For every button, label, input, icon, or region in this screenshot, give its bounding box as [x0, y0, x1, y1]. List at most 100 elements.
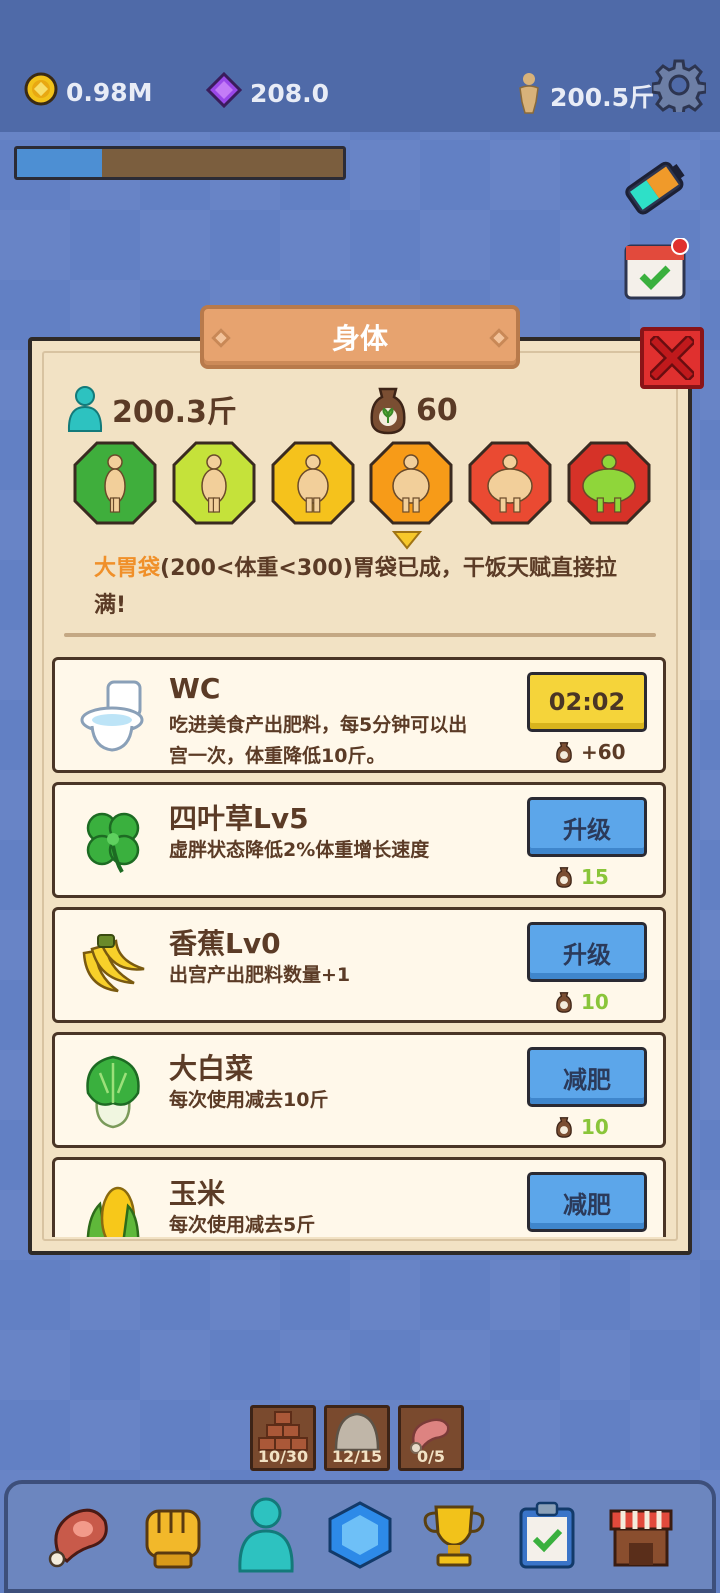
- close-button[interactable]: [640, 327, 704, 389]
- nav-clipboard[interactable]: [507, 1497, 587, 1577]
- resource-slots: 10/30 12/15 0/5: [250, 1405, 464, 1471]
- progress-fill: [17, 149, 102, 177]
- calendar-button[interactable]: [624, 237, 692, 306]
- gem-icon: [324, 1499, 396, 1575]
- nav-fist[interactable]: [133, 1497, 213, 1577]
- upgrade-card: WC 吃进美食产出肥料，每5分钟可以出宫一次，体重降低10斤。 02:02 +60: [52, 657, 666, 773]
- item-cost-value: +60: [581, 740, 626, 764]
- status-text: (200<体重<300)胃袋已成，干饭天赋直接拉满!: [94, 556, 617, 618]
- item-action-button[interactable]: 减肥: [527, 1047, 647, 1107]
- nav-body[interactable]: [226, 1497, 306, 1577]
- body-shape-icon: [369, 441, 453, 525]
- panel-title: 身体: [331, 322, 388, 355]
- body-level-3[interactable]: [270, 440, 356, 526]
- item-name: 香蕉Lv0: [169, 927, 281, 960]
- banana-icon: [75, 928, 151, 1004]
- weight-counter: 200.5斤: [516, 72, 654, 120]
- body-shape-icon: [567, 441, 651, 525]
- item-name: 玉米: [169, 1177, 226, 1210]
- body-weight-icon: [516, 72, 542, 120]
- nav-shop[interactable]: [601, 1497, 681, 1577]
- item-description: 每次使用减去10斤: [169, 1089, 329, 1111]
- body-shape-icon: [271, 441, 355, 525]
- coin-counter: 0.98M: [24, 72, 153, 112]
- corn-icon: [75, 1178, 151, 1237]
- resource-slot-count: 0/5: [416, 1447, 446, 1466]
- body-level-2[interactable]: [171, 440, 257, 526]
- trophy-icon: [418, 1499, 490, 1575]
- upgrade-card: 玉米每次使用减去5斤 减肥: [52, 1157, 666, 1237]
- item-name: 大白菜: [169, 1052, 254, 1085]
- item-action-button[interactable]: 减肥: [527, 1172, 647, 1232]
- nav-gem[interactable]: [320, 1497, 400, 1577]
- gem-value: 208.0: [250, 78, 330, 108]
- divider: [64, 633, 656, 637]
- item-description: 出宫产出肥料数量+1: [169, 964, 351, 986]
- status-highlight: 大胃袋: [94, 556, 161, 581]
- item-action-button[interactable]: 升级: [527, 797, 647, 857]
- fertilizer-stat: 60: [368, 385, 458, 435]
- fist-icon: [137, 1499, 209, 1575]
- current-weight-value: 200.3斤: [112, 395, 237, 430]
- resource-slot[interactable]: 0/5: [398, 1405, 464, 1471]
- weight-value: 200.5斤: [550, 83, 655, 112]
- item-action-button[interactable]: 升级: [527, 922, 647, 982]
- item-name: WC: [169, 672, 221, 705]
- body-level-4[interactable]: [368, 440, 454, 526]
- fertilizer-bag-icon: [370, 387, 406, 435]
- upgrade-card: 香蕉Lv0 出宫产出肥料数量+1 升级 10: [52, 907, 666, 1023]
- body-level-6[interactable]: [566, 440, 652, 526]
- battery-button[interactable]: [618, 150, 694, 228]
- resource-slot[interactable]: 10/30: [250, 1405, 316, 1471]
- clover-icon: [75, 803, 151, 879]
- gear-icon: [650, 59, 708, 117]
- clipboard-icon: [515, 1499, 579, 1575]
- toilet-icon: [75, 678, 151, 754]
- progress-bar: [14, 146, 346, 180]
- item-cost-value: 10: [581, 1115, 609, 1139]
- fertilizer-bag-icon: [556, 742, 572, 763]
- item-name: 四叶草Lv5: [169, 802, 309, 835]
- body-level-5[interactable]: [467, 440, 553, 526]
- body-shape-icon: [172, 441, 256, 525]
- calendar-icon: [624, 237, 689, 300]
- item-description: 吃进美食产出肥料，每5分钟可以出宫一次，体重降低10斤。: [169, 714, 468, 767]
- body-icon: [230, 1495, 302, 1579]
- current-weight-stat: 200.3斤: [64, 385, 237, 433]
- resource-slot-count: 10/30: [257, 1447, 309, 1466]
- body-shape-icon: [73, 441, 157, 525]
- shop-icon: [605, 1499, 677, 1575]
- item-cost-value: 15: [581, 865, 609, 889]
- settings-button[interactable]: [650, 58, 708, 117]
- coin-value: 0.98M: [66, 77, 153, 107]
- nav-trophy[interactable]: [414, 1497, 494, 1577]
- bottom-nav: [4, 1480, 716, 1593]
- item-description: 每次使用减去5斤: [169, 1214, 316, 1236]
- body-level-1[interactable]: [72, 440, 158, 526]
- item-cost-value: 10: [581, 990, 609, 1014]
- battery-icon: [625, 161, 685, 215]
- item-cost: +60: [555, 740, 626, 764]
- body-status-description: 大胃袋(200<体重<300)胃袋已成，干饭天赋直接拉满!: [94, 550, 634, 624]
- close-icon: [650, 336, 694, 380]
- resource-slot[interactable]: 12/15: [324, 1405, 390, 1471]
- item-cost: 10: [555, 990, 609, 1014]
- fertilizer-bag-icon: [556, 1117, 572, 1138]
- resource-slot-count: 12/15: [331, 1447, 383, 1466]
- item-action-button[interactable]: 02:02: [527, 672, 647, 732]
- nav-meat[interactable]: [39, 1497, 119, 1577]
- body-level-row: [72, 440, 652, 526]
- person-icon: [67, 386, 103, 432]
- fertilizer-bag-icon: [556, 867, 572, 888]
- coin-icon: [24, 72, 58, 112]
- gem-icon: [205, 71, 243, 114]
- upgrade-list: WC 吃进美食产出肥料，每5分钟可以出宫一次，体重降低10斤。 02:02 +60 四叶…: [52, 657, 666, 1237]
- item-cost: 15: [555, 865, 609, 889]
- panel-title-plate: 身体: [200, 305, 520, 369]
- fertilizer-value: 60: [416, 392, 458, 428]
- gem-counter: 208.0: [205, 71, 330, 114]
- body-shape-icon: [468, 441, 552, 525]
- fertilizer-bag-icon: [556, 992, 572, 1013]
- item-description: 虚胖状态降低2%体重增长速度: [169, 839, 430, 861]
- item-cost: 10: [555, 1115, 609, 1139]
